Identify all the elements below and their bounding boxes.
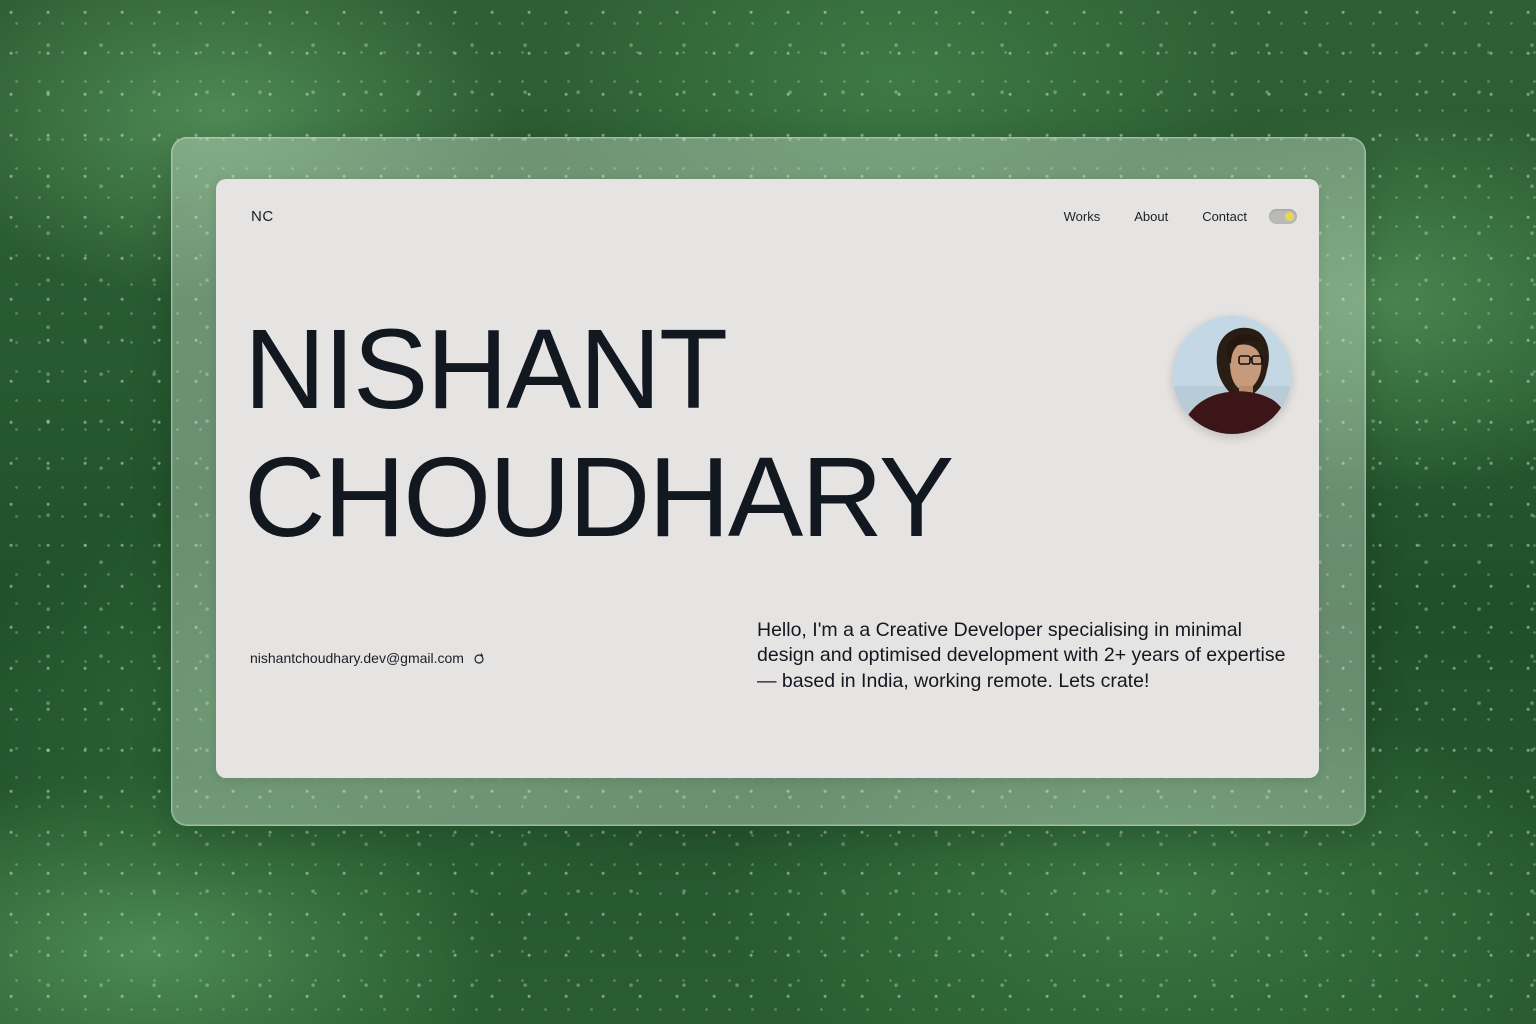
- hero-name-first: NISHANT: [244, 306, 728, 432]
- top-nav: Works About Contact: [1064, 209, 1297, 224]
- nav-about-link[interactable]: About: [1134, 209, 1168, 224]
- copy-icon[interactable]: [473, 652, 485, 664]
- site-logo[interactable]: NC: [251, 208, 274, 225]
- avatar-portrait: [1173, 316, 1291, 434]
- nav-contact-link[interactable]: Contact: [1202, 209, 1247, 224]
- theme-toggle[interactable]: [1269, 209, 1297, 224]
- rainy-glass-background: NC Works About Contact NISHANT CHOUDHARY: [0, 0, 1536, 1024]
- hero-name-last: CHOUDHARY: [244, 434, 954, 560]
- email-text: nishantchoudhary.dev@gmail.com: [250, 650, 464, 666]
- bio-paragraph: Hello, I'm a a Creative Developer specia…: [757, 619, 1286, 692]
- email-link[interactable]: nishantchoudhary.dev@gmail.com: [250, 650, 485, 666]
- portfolio-card: NC Works About Contact NISHANT CHOUDHARY: [216, 179, 1319, 778]
- avatar: [1173, 316, 1291, 434]
- nav-works-link[interactable]: Works: [1064, 209, 1101, 224]
- toggle-knob: [1285, 212, 1294, 221]
